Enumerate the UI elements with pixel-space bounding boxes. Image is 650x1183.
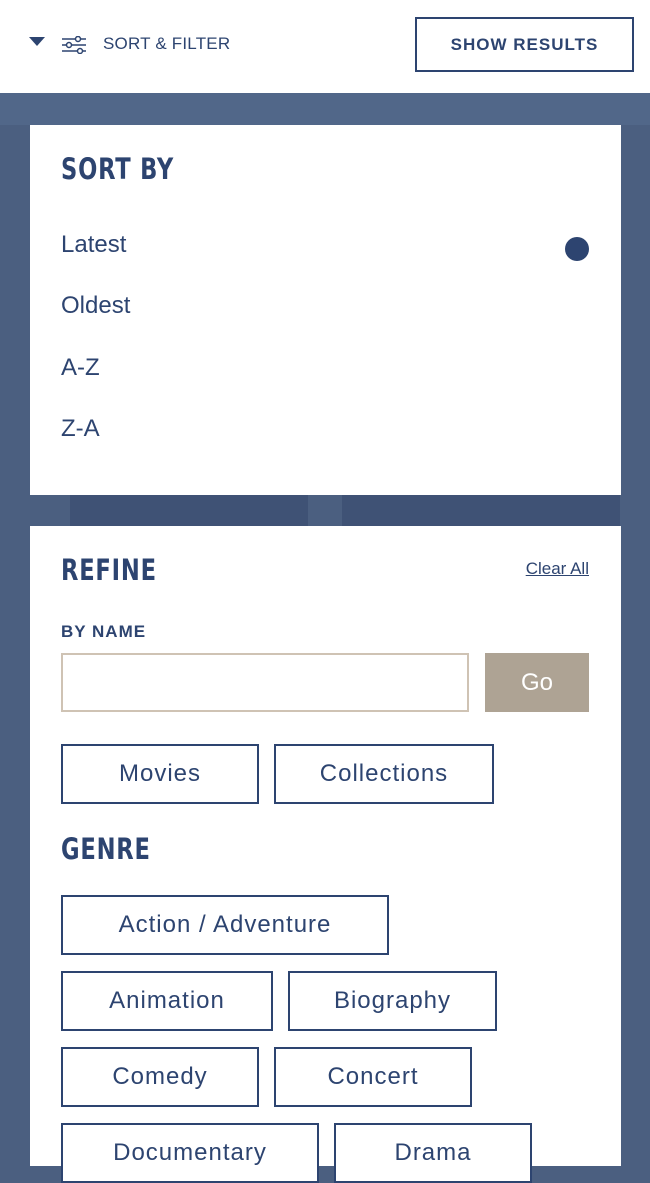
sort-filter-toggle[interactable]: SORT & FILTER	[103, 34, 230, 54]
sort-by-panel: SORT BY Latest Oldest A-Z Z-A	[30, 125, 621, 495]
sort-option-oldest[interactable]: Oldest	[61, 292, 581, 328]
background-image	[342, 495, 620, 526]
refine-panel: REFINE Clear All BY NAME Go Movies Colle…	[30, 526, 621, 1183]
genre-chip-action-adventure[interactable]: Action / Adventure	[61, 895, 389, 955]
name-search-input[interactable]	[61, 653, 469, 712]
sort-option-a-z[interactable]: A-Z	[61, 354, 581, 390]
genre-heading: GENRE	[61, 832, 151, 866]
clear-all-link[interactable]: Clear All	[526, 559, 589, 579]
top-bar: SORT & FILTER SHOW RESULTS	[0, 0, 650, 93]
caret-down-icon[interactable]	[29, 37, 45, 46]
sliders-icon[interactable]	[60, 36, 88, 54]
sort-option-label: Oldest	[61, 292, 131, 319]
genre-chip-comedy[interactable]: Comedy	[61, 1047, 259, 1107]
genre-chip-documentary[interactable]: Documentary	[61, 1123, 319, 1183]
type-chip-movies[interactable]: Movies	[61, 744, 259, 804]
selected-radio-icon	[565, 237, 589, 261]
sort-option-label: Latest	[61, 231, 127, 258]
type-chip-collections[interactable]: Collections	[274, 744, 494, 804]
sort-option-label: Z-A	[61, 415, 100, 442]
sort-option-label: A-Z	[61, 354, 100, 381]
genre-chip-drama[interactable]: Drama	[334, 1123, 532, 1183]
show-results-button[interactable]: SHOW RESULTS	[415, 17, 634, 72]
genre-chip-animation[interactable]: Animation	[61, 971, 273, 1031]
by-name-label: BY NAME	[61, 622, 147, 641]
sort-option-latest[interactable]: Latest	[61, 231, 589, 267]
go-button[interactable]: Go	[485, 653, 589, 712]
background-image	[70, 495, 308, 526]
genre-chip-biography[interactable]: Biography	[288, 971, 497, 1031]
sort-option-z-a[interactable]: Z-A	[61, 415, 581, 451]
sort-by-heading: SORT BY	[61, 152, 175, 186]
background-strip	[0, 93, 650, 125]
genre-chip-concert[interactable]: Concert	[274, 1047, 472, 1107]
refine-heading: REFINE	[61, 553, 157, 587]
